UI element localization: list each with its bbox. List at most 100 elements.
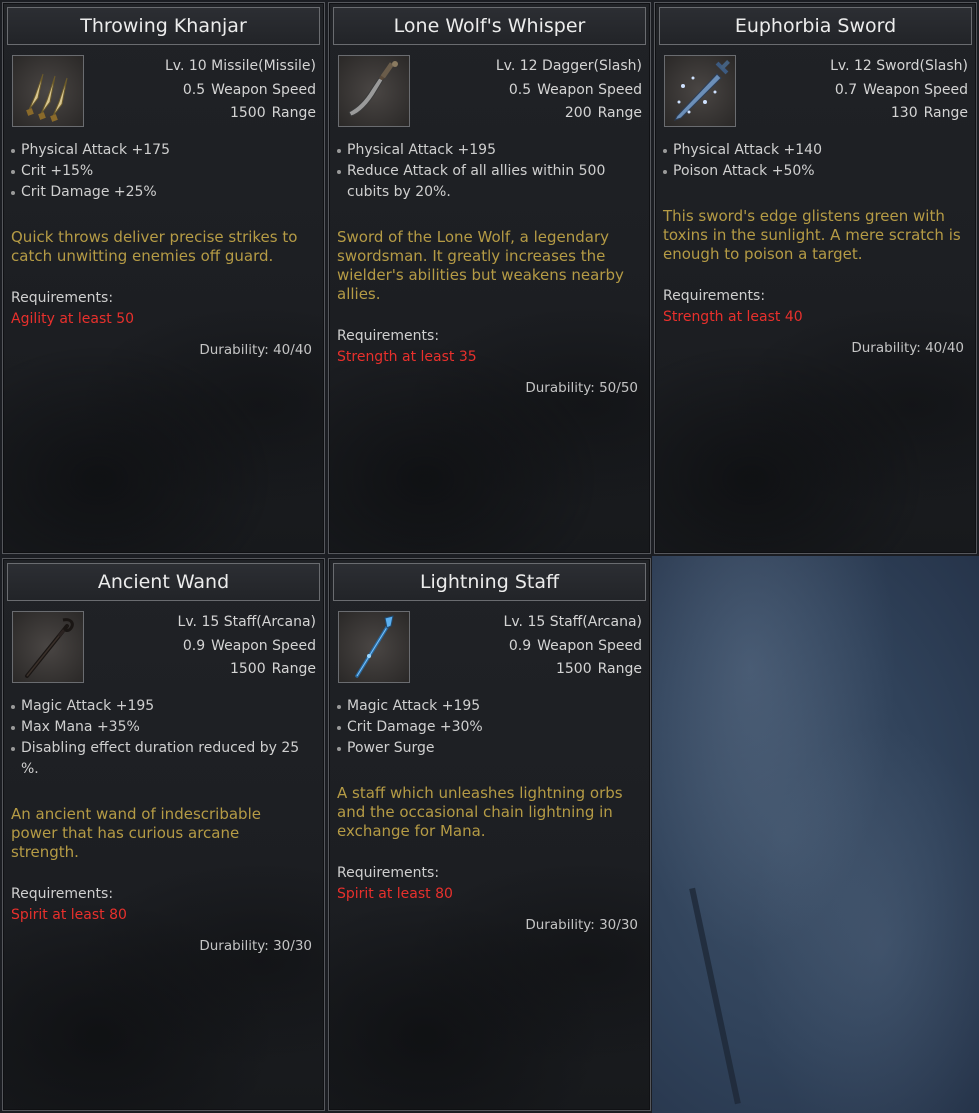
requirements-label: Requirements: bbox=[337, 865, 440, 881]
range-value: 1500 bbox=[229, 661, 266, 677]
range-row: 200 Range bbox=[496, 102, 642, 126]
item-description: An ancient wand of indescribable power t… bbox=[11, 805, 261, 861]
curved-dagger-icon bbox=[348, 61, 398, 117]
item-properties: Magic Attack +195 Crit Damage +30% Power… bbox=[337, 696, 642, 759]
item-tooltip-lone-wolfs-whisper: Lone Wolf's Whisper Lv. 12 Dagger(Slash)… bbox=[328, 2, 651, 554]
requirements-label: Requirements: bbox=[11, 886, 114, 902]
item-name: Throwing Khanjar bbox=[7, 7, 320, 45]
weapon-stats: Lv. 15 Staff(Arcana) 0.9 Weapon Speed 150… bbox=[504, 611, 642, 682]
weapon-speed-label: Weapon Speed bbox=[537, 81, 642, 98]
durability: Durability: 30/30 bbox=[525, 917, 638, 933]
requirement-value: Spirit at least 80 bbox=[337, 886, 453, 902]
item-properties: Physical Attack +140 Poison Attack +50% bbox=[663, 140, 968, 182]
requirement-value: Agility at least 50 bbox=[11, 311, 135, 327]
range-row: 130 Range bbox=[830, 102, 968, 126]
range-value: 1500 bbox=[229, 105, 266, 121]
durability: Durability: 40/40 bbox=[851, 340, 964, 356]
weapon-speed-label: Weapon Speed bbox=[537, 637, 642, 654]
range-row: 1500 Range bbox=[504, 658, 642, 682]
item-tooltip-lightning-staff: Lightning Staff Lv. 15 Staff(Arcana) 0.9… bbox=[328, 558, 651, 1111]
item-description: Sword of the Lone Wolf, a legendary swor… bbox=[337, 228, 624, 303]
level-type: Lv. 12 Dagger(Slash) bbox=[495, 58, 642, 74]
property-item: Physical Attack +175 bbox=[11, 140, 316, 161]
item-name: Euphorbia Sword bbox=[659, 7, 972, 45]
requirements-label: Requirements: bbox=[11, 290, 114, 306]
requirement-value: Strength at least 35 bbox=[337, 349, 477, 365]
property-item: Power Surge bbox=[337, 738, 642, 759]
item-icon-slot[interactable] bbox=[12, 611, 84, 683]
weapon-speed-value: 0.9 bbox=[508, 637, 532, 654]
range-value: 130 bbox=[890, 105, 918, 121]
item-description: This sword's edge glistens green with to… bbox=[663, 207, 961, 263]
item-tooltip-throwing-khanjar: Throwing Khanjar Lv. 10 Missile(Missile)… bbox=[2, 2, 325, 554]
item-tooltip-ancient-wand: Ancient Wand Lv. 15 Staff(Arcana) 0.9 Wea… bbox=[2, 558, 325, 1111]
durability: Durability: 30/30 bbox=[199, 938, 312, 954]
range-value: 1500 bbox=[555, 661, 592, 677]
level-type: Lv. 15 Staff(Arcana) bbox=[503, 614, 642, 630]
property-item: Crit +15% bbox=[11, 161, 316, 182]
throwing-knives-icon bbox=[26, 73, 68, 122]
background-mist bbox=[652, 556, 979, 1113]
requirements-label: Requirements: bbox=[663, 288, 766, 304]
range-label: Range bbox=[271, 661, 316, 677]
property-item: Disabling effect duration reduced by 25 … bbox=[11, 738, 316, 780]
level-type: Lv. 12 Sword(Slash) bbox=[830, 58, 968, 74]
weapon-speed-row: 0.9 Weapon Speed bbox=[178, 635, 316, 659]
property-item: Reduce Attack of all allies within 500 c… bbox=[337, 161, 637, 203]
weapon-speed-label: Weapon Speed bbox=[211, 81, 316, 98]
item-icon-slot[interactable] bbox=[12, 55, 84, 127]
range-label: Range bbox=[597, 661, 642, 677]
property-item: Magic Attack +195 bbox=[337, 696, 642, 717]
range-label: Range bbox=[923, 105, 968, 121]
weapon-speed-value: 0.7 bbox=[834, 81, 858, 98]
weapon-speed-label: Weapon Speed bbox=[211, 637, 316, 654]
lightning-staff-icon bbox=[355, 615, 394, 678]
item-properties: Magic Attack +195 Max Mana +35% Disablin… bbox=[11, 696, 316, 780]
weapon-stats: Lv. 12 Sword(Slash) 0.7 Weapon Speed 130 R… bbox=[830, 55, 968, 126]
weapon-speed-value: 0.5 bbox=[182, 81, 206, 98]
weapon-stats: Lv. 10 Missile(Missile) 0.5 Weapon Speed … bbox=[165, 55, 316, 126]
weapon-speed-value: 0.9 bbox=[182, 637, 206, 654]
property-item: Physical Attack +195 bbox=[337, 140, 642, 161]
property-item: Crit Damage +25% bbox=[11, 182, 316, 203]
item-properties: Physical Attack +195 Reduce Attack of al… bbox=[337, 140, 642, 203]
weapon-speed-row: 0.5 Weapon Speed bbox=[496, 79, 642, 103]
item-name: Lone Wolf's Whisper bbox=[333, 7, 646, 45]
property-item: Crit Damage +30% bbox=[337, 717, 642, 738]
item-icon-slot[interactable] bbox=[664, 55, 736, 127]
range-label: Range bbox=[271, 105, 316, 121]
property-item: Poison Attack +50% bbox=[663, 161, 968, 182]
property-item: Max Mana +35% bbox=[11, 717, 316, 738]
range-label: Range bbox=[597, 105, 642, 121]
item-description: Quick throws deliver precise strikes to … bbox=[11, 228, 298, 265]
frost-sword-icon bbox=[674, 60, 730, 121]
level-type: Lv. 15 Staff(Arcana) bbox=[177, 614, 316, 630]
weapon-stats: Lv. 12 Dagger(Slash) 0.5 Weapon Speed 200… bbox=[496, 55, 642, 126]
range-row: 1500 Range bbox=[178, 658, 316, 682]
property-item: Magic Attack +195 bbox=[11, 696, 316, 717]
level-type: Lv. 10 Missile(Missile) bbox=[165, 58, 316, 74]
weapon-speed-value: 0.5 bbox=[508, 81, 532, 98]
item-tooltip-euphorbia-sword: Euphorbia Sword Lv. 12 Sword(Slash) 0.7 W… bbox=[654, 2, 977, 554]
requirement-value: Strength at least 40 bbox=[663, 309, 803, 325]
weapon-speed-row: 0.7 Weapon Speed bbox=[830, 79, 968, 103]
item-icon-slot[interactable] bbox=[338, 55, 410, 127]
background-scenery bbox=[652, 556, 979, 1113]
dark-wand-icon bbox=[25, 618, 74, 678]
requirements-label: Requirements: bbox=[337, 328, 440, 344]
weapon-speed-row: 0.5 Weapon Speed bbox=[165, 79, 316, 103]
item-properties: Physical Attack +175 Crit +15% Crit Dama… bbox=[11, 140, 316, 203]
durability: Durability: 50/50 bbox=[525, 380, 638, 396]
range-row: 1500 Range bbox=[165, 102, 316, 126]
weapon-speed-row: 0.9 Weapon Speed bbox=[504, 635, 642, 659]
item-name: Ancient Wand bbox=[7, 563, 320, 601]
durability: Durability: 40/40 bbox=[199, 342, 312, 358]
property-item: Physical Attack +140 bbox=[663, 140, 968, 161]
requirement-value: Spirit at least 80 bbox=[11, 907, 127, 923]
weapon-speed-label: Weapon Speed bbox=[863, 81, 968, 98]
item-icon-slot[interactable] bbox=[338, 611, 410, 683]
item-description: A staff which unleashes lightning orbs a… bbox=[337, 784, 623, 840]
item-name: Lightning Staff bbox=[333, 563, 646, 601]
range-value: 200 bbox=[564, 105, 592, 121]
weapon-stats: Lv. 15 Staff(Arcana) 0.9 Weapon Speed 150… bbox=[178, 611, 316, 682]
